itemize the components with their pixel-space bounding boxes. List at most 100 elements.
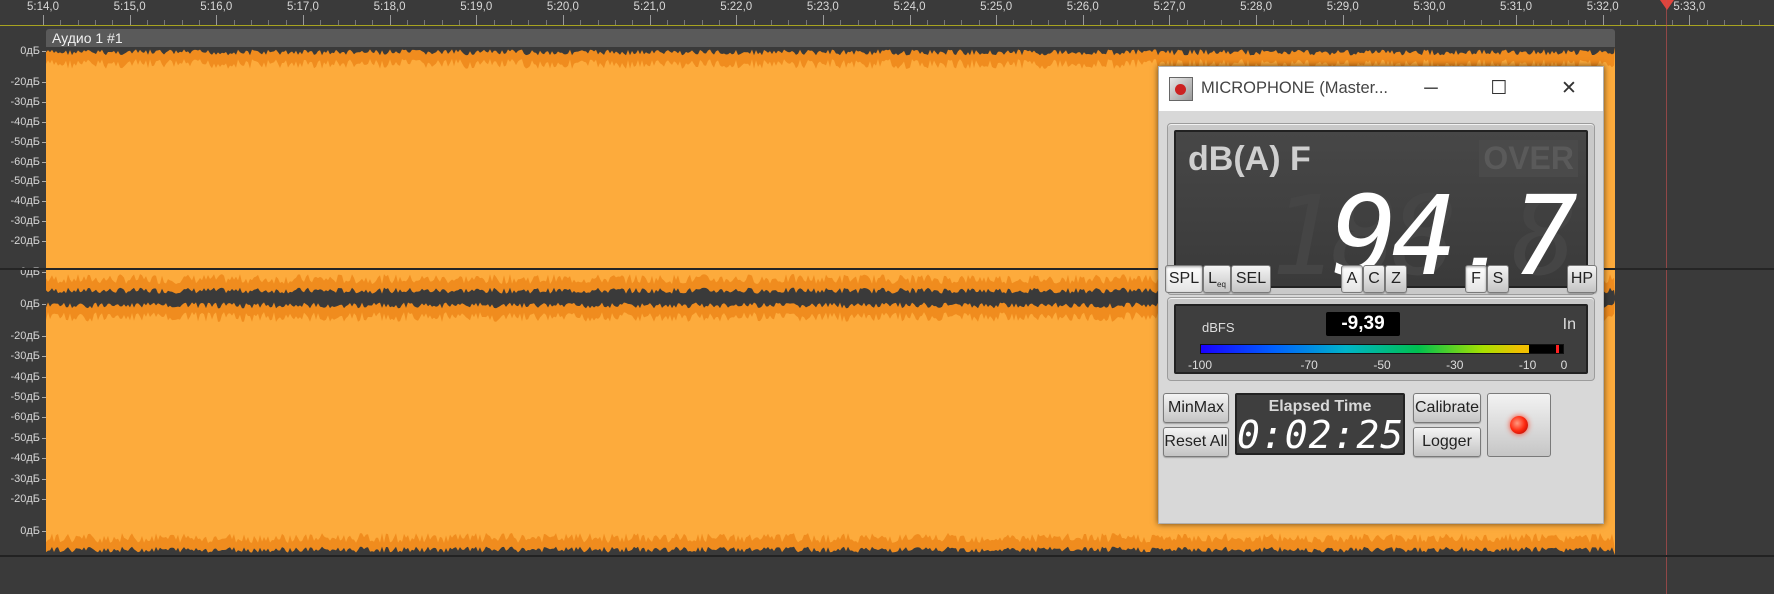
ruler-minor-tick — [1533, 20, 1535, 25]
ruler-minor-tick — [458, 20, 460, 25]
ruler-tick — [822, 15, 824, 25]
close-icon[interactable]: ✕ — [1557, 77, 1581, 101]
ruler-label: 5:27,0 — [1153, 1, 1186, 13]
db-label: -20дБ — [10, 75, 40, 88]
minimize-icon[interactable]: ─ — [1419, 77, 1443, 101]
ruler-tick — [562, 15, 564, 25]
ruler-minor-tick — [632, 20, 634, 25]
ruler-minor-tick — [1464, 20, 1466, 25]
ruler-minor-tick — [406, 20, 408, 25]
ruler-minor-tick — [1585, 20, 1587, 25]
ruler-tick — [1602, 15, 1604, 25]
dbfs-label: dBFS — [1202, 320, 1235, 335]
track-title[interactable]: Аудио 1 #1 — [46, 29, 1615, 47]
ruler-minor-tick — [1117, 20, 1119, 25]
maximize-icon[interactable]: ☐ — [1487, 77, 1511, 101]
ruler-label: 5:33,0 — [1673, 1, 1706, 13]
ruler-minor-tick — [961, 20, 963, 25]
ruler-label: 5:18,0 — [373, 1, 406, 13]
minmax-button[interactable]: MinMax — [1163, 393, 1229, 423]
a-weighting-button[interactable]: A — [1341, 265, 1363, 293]
ruler-label: 5:14,0 — [27, 1, 59, 13]
ruler-label: 5:31,0 — [1500, 1, 1533, 13]
ruler-tick — [389, 15, 391, 25]
ruler-tick — [43, 15, 44, 25]
ruler-minor-tick — [441, 20, 443, 25]
ruler-minor-tick — [268, 20, 270, 25]
record-led-icon — [1510, 416, 1528, 434]
db-label: -40дБ — [10, 452, 40, 465]
level-meter-bar — [1200, 344, 1564, 354]
editor-stage: 5:14,0 5:15,0 5:16,0 5:17,0 5:18,0 5:19,0 5:20… — [0, 0, 1774, 594]
c-weighting-button[interactable]: C — [1363, 265, 1385, 293]
level-scale-tick: 0 — [1560, 358, 1568, 372]
ruler-minor-tick — [1620, 20, 1622, 25]
slow-response-button[interactable]: S — [1487, 265, 1509, 293]
ruler-tick — [649, 15, 651, 25]
input-label: In — [1562, 316, 1576, 333]
ruler-minor-tick — [493, 20, 495, 25]
db-label: 0дБ — [20, 524, 40, 537]
calibrate-button[interactable]: Calibrate — [1413, 393, 1481, 423]
ruler-tick — [1516, 15, 1518, 25]
ruler-minor-tick — [164, 20, 166, 25]
spl-button[interactable]: SPL — [1165, 265, 1203, 293]
hp-button[interactable]: HP — [1567, 265, 1597, 293]
ruler-minor-tick — [684, 20, 686, 25]
db-label: -30дБ — [10, 95, 40, 108]
playhead-marker-icon[interactable] — [1660, 0, 1674, 10]
ruler-minor-tick — [1741, 20, 1743, 25]
elapsed-time-value: 0:02:25 — [1237, 413, 1405, 457]
sound-level-meter-window[interactable]: MICROPHONE (Master... ─ ☐ ✕ dB(A) F OVER… — [1158, 66, 1604, 524]
ruler-tick — [1689, 15, 1691, 25]
meter-titlebar[interactable]: MICROPHONE (Master... ─ ☐ ✕ — [1159, 67, 1603, 111]
db-label: -60дБ — [10, 155, 40, 168]
level-scale-tick: -70 — [1300, 358, 1318, 372]
ruler-minor-tick — [1672, 20, 1674, 25]
ruler-minor-tick — [285, 20, 287, 25]
db-label: -50дБ — [10, 135, 40, 148]
ruler-minor-tick — [580, 20, 582, 25]
ruler-minor-tick — [424, 20, 426, 25]
track-bottom-border — [0, 555, 1774, 557]
ruler-label: 5:19,0 — [460, 1, 493, 13]
ruler-minor-tick — [857, 20, 859, 25]
ruler-label: 5:23,0 — [806, 1, 839, 13]
ruler-tick — [996, 15, 998, 25]
ruler-minor-tick — [510, 20, 512, 25]
ruler-minor-tick — [1637, 20, 1639, 25]
ruler-minor-tick — [753, 20, 755, 25]
level-scale-tick: -100 — [1187, 358, 1213, 372]
ruler-minor-tick — [1412, 20, 1414, 25]
elapsed-time-display: Elapsed Time 0:02:25 — [1235, 393, 1405, 457]
ruler-tick — [1169, 15, 1171, 25]
db-scale: 0дБ -20дБ -30дБ -40дБ -50дБ -60дБ -50дБ -40дБ -3… — [0, 45, 46, 555]
ruler-minor-tick — [874, 20, 876, 25]
timeline-ruler[interactable]: 5:14,0 5:15,0 5:16,0 5:17,0 5:18,0 5:19,0 5:20… — [0, 0, 1774, 26]
ruler-minor-tick — [1013, 20, 1015, 25]
level-panel: dBFS -9,39 In -100 -70 -50 -30 -10 0 — [1167, 297, 1595, 381]
ruler-label: 5:20,0 — [546, 1, 579, 13]
ruler-minor-tick — [1498, 20, 1500, 25]
ruler-label: 5:21,0 — [633, 1, 666, 13]
db-label: 0дБ — [20, 298, 40, 310]
leq-subscript: eq — [1217, 280, 1226, 290]
reset-all-button[interactable]: Reset All — [1163, 427, 1229, 457]
ruler-minor-tick — [1325, 20, 1327, 25]
fast-response-button[interactable]: F — [1465, 265, 1487, 293]
ruler-minor-tick — [926, 20, 928, 25]
ruler-tick — [476, 15, 478, 25]
ruler-minor-tick — [701, 20, 703, 25]
record-button[interactable] — [1487, 393, 1551, 457]
ruler-label: 5:30,0 — [1413, 1, 1446, 13]
z-weighting-button[interactable]: Z — [1385, 265, 1407, 293]
ruler-minor-tick — [77, 20, 79, 25]
ruler-tick — [1082, 15, 1084, 25]
logger-button[interactable]: Logger — [1413, 427, 1481, 457]
sel-button[interactable]: SEL — [1231, 265, 1271, 293]
db-label: -20дБ — [10, 329, 40, 342]
ruler-minor-tick — [1152, 20, 1154, 25]
level-meter-peak — [1555, 345, 1559, 353]
ruler-minor-tick — [718, 20, 720, 25]
leq-button[interactable]: Leq — [1203, 265, 1231, 293]
